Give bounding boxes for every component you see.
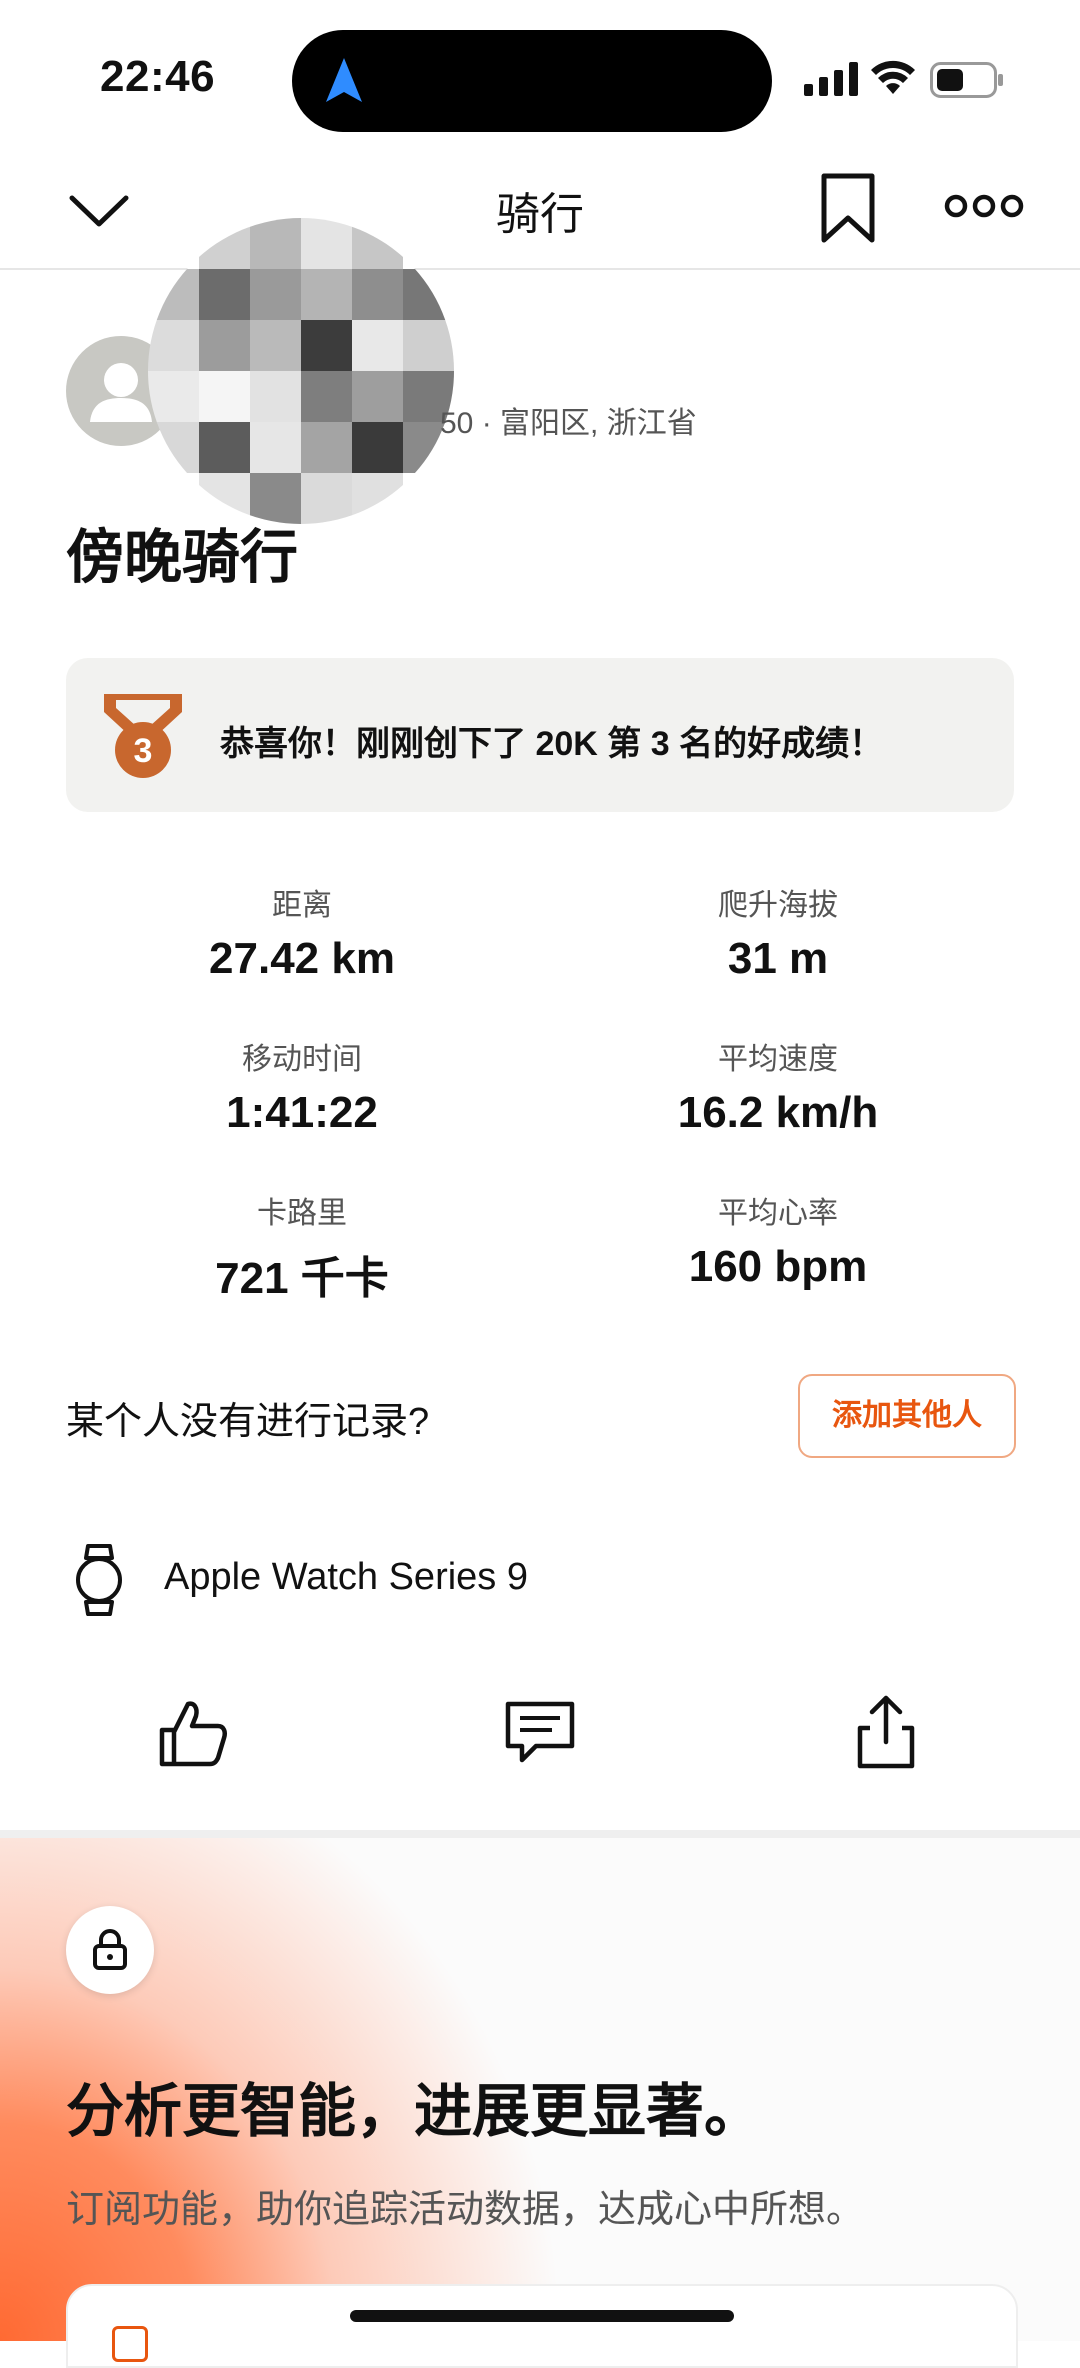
- nav-divider: [0, 268, 1080, 270]
- home-indicator[interactable]: [350, 2310, 734, 2322]
- stat-label: 距离: [272, 889, 332, 922]
- promo-title: 分析更智能，进展更显著。: [66, 2079, 763, 2144]
- activity-meta: 50 · 富阳区, 浙江省: [440, 407, 697, 440]
- bookmark-icon[interactable]: [818, 172, 878, 246]
- stat-label: 移动时间: [242, 1043, 362, 1076]
- more-options-icon[interactable]: [944, 186, 1024, 226]
- location-arrow-icon: [326, 58, 362, 102]
- stat-distance: 距离 27.42 km: [122, 880, 482, 984]
- stat-moving-time: 移动时间 1:41:22: [122, 1034, 482, 1138]
- add-others-button[interactable]: 添加其他人: [798, 1374, 1016, 1458]
- device-name: Apple Watch Series 9: [164, 1556, 528, 1598]
- comment-icon[interactable]: [500, 1692, 580, 1772]
- stat-value: 16.2 km/h: [677, 1088, 879, 1137]
- lock-icon: [93, 1929, 127, 1970]
- section-separator: [0, 1830, 1080, 1838]
- pixelated-name-overlay: [148, 218, 454, 524]
- bronze-medal-icon: 3: [104, 694, 182, 778]
- medal-rank: 3: [134, 732, 153, 770]
- stat-value: 1:41:22: [226, 1088, 378, 1137]
- page-title: 骑行: [496, 190, 584, 239]
- stat-label: 平均心率: [718, 1197, 838, 1230]
- status-time: 22:46: [100, 52, 216, 101]
- stat-label: 爬升海拔: [718, 889, 838, 922]
- stat-value: 27.42 km: [209, 934, 395, 983]
- watch-icon: [76, 1544, 122, 1616]
- feature-card-icon: [112, 2326, 148, 2362]
- promo-subtitle: 订阅功能，助你追踪活动数据，达成心中所想。: [66, 2189, 865, 2231]
- stat-value: 31 m: [727, 934, 829, 983]
- activity-title: 傍晚骑行: [66, 525, 299, 590]
- stat-label: 卡路里: [257, 1197, 347, 1230]
- achievement-banner[interactable]: 3 恭喜你！刚刚创下了 20K 第 3 名的好成绩！: [66, 658, 1014, 812]
- cellular-signal-icon: [804, 62, 858, 96]
- stat-value: 721 千卡: [215, 1254, 389, 1303]
- battery-icon: [930, 62, 1003, 98]
- wifi-icon: [871, 60, 915, 94]
- share-icon[interactable]: [846, 1692, 926, 1772]
- lock-badge: [66, 1906, 154, 1994]
- like-icon[interactable]: [154, 1692, 234, 1772]
- stat-avg-speed: 平均速度 16.2 km/h: [598, 1034, 958, 1138]
- stat-elevation: 爬升海拔 31 m: [598, 880, 958, 984]
- promo-feature-card[interactable]: [66, 2284, 1018, 2368]
- stat-avg-heart-rate: 平均心率 160 bpm: [598, 1188, 958, 1292]
- stat-label: 平均速度: [718, 1043, 838, 1076]
- stat-value: 160 bpm: [688, 1242, 868, 1291]
- dynamic-island: [292, 30, 772, 132]
- add-others-question: 某个人没有进行记录?: [66, 1401, 430, 1443]
- stat-calories: 卡路里 721 千卡: [122, 1188, 482, 1306]
- achievement-text: 恭喜你！刚刚创下了 20K 第 3 名的好成绩！: [220, 725, 884, 763]
